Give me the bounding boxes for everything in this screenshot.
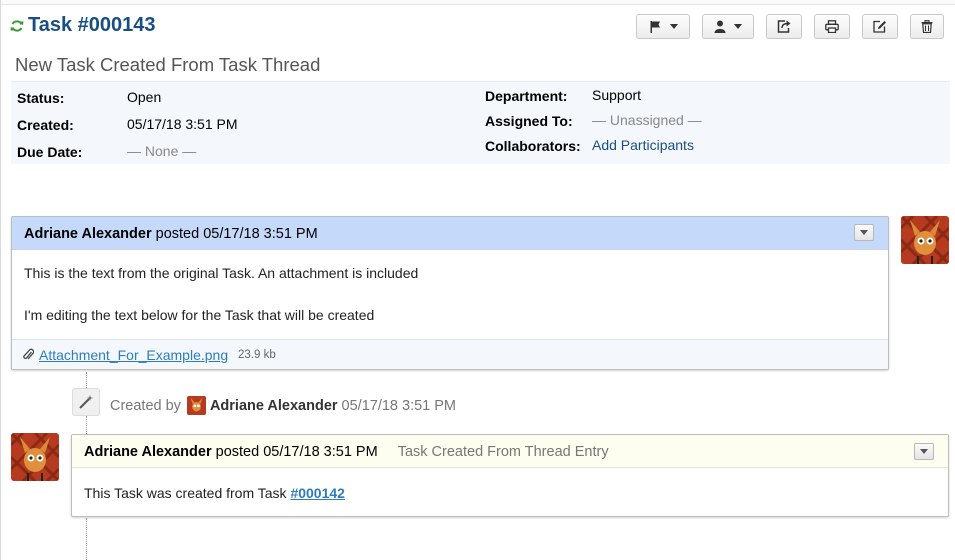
entry-author: Adriane Alexander [84, 444, 212, 460]
thread-entry: Adriane Alexander posted 05/17/18 3:51 P… [11, 216, 889, 370]
attachment-size: 23.9 kb [238, 349, 276, 361]
created-by-label: Created by [110, 397, 181, 414]
refresh-icon[interactable] [10, 19, 24, 33]
add-participants-link[interactable]: Add Participants [592, 137, 694, 153]
event-icon [72, 388, 100, 416]
flag-icon [650, 21, 660, 33]
entry-author: Adriane Alexander [24, 226, 152, 242]
entry-title: Task Created From Thread Entry [397, 444, 609, 460]
entry-body-line-2: I'm editing the text below for the Task … [24, 307, 375, 323]
user-icon [714, 20, 726, 33]
task-subject: New Task Created From Task Thread [15, 54, 321, 75]
event-author: Adriane Alexander [209, 397, 338, 414]
share-icon [777, 20, 791, 33]
paperclip-icon [23, 348, 34, 360]
trash-icon [921, 20, 933, 33]
event-timestamp: 05/17/18 3:51 PM [341, 397, 457, 414]
department-label: Department: [485, 88, 568, 104]
thread-entry: Adriane Alexander posted 05/17/18 3:51 P… [71, 434, 949, 517]
attachment-bar: Attachment_For_Example.png 23.9 kb [12, 339, 888, 369]
assigned-to-label: Assigned To: [485, 113, 573, 129]
task-info-panel: Status: Open Created: 05/17/18 3:51 PM D… [11, 81, 950, 164]
magic-wand-icon [79, 395, 93, 409]
timeline-connector [86, 416, 87, 434]
created-value: 05/17/18 3:51 PM [127, 116, 238, 132]
task-link[interactable]: #000142 [290, 485, 345, 501]
avatar [11, 433, 59, 481]
print-button[interactable] [814, 14, 850, 39]
window-top-edge [0, 0, 955, 5]
edit-button[interactable] [862, 14, 898, 39]
assigned-to-value[interactable]: — Unassigned — [592, 112, 702, 128]
status-label: Status: [17, 90, 65, 106]
entry-body-text: This Task was created from Task [84, 485, 287, 501]
window-left-edge [0, 0, 1, 560]
chevron-down-icon [734, 23, 742, 29]
entry-timestamp: posted 05/17/18 3:51 PM [155, 226, 318, 242]
delete-button[interactable] [910, 14, 944, 39]
due-date-value: — None — [127, 143, 197, 159]
avatar [901, 216, 949, 264]
thread-entry-header: Adriane Alexander posted 05/17/18 3:51 P… [12, 217, 888, 250]
entry-body: This Task was created from Task #000142 [84, 485, 345, 501]
entry-body-line-1: This is the text from the original Task.… [24, 265, 419, 281]
flag-button[interactable] [636, 14, 690, 39]
thread-entry-header: Adriane Alexander posted 05/17/18 3:51 P… [72, 435, 948, 468]
avatar [186, 396, 206, 415]
chevron-down-icon [860, 230, 868, 235]
entry-timestamp: posted 05/17/18 3:51 PM [215, 444, 378, 460]
chevron-down-icon [920, 449, 928, 454]
print-icon [825, 20, 839, 33]
created-by-event: Created by Adriane Alexander 05/17/18 3:… [110, 396, 456, 415]
due-date-label: Due Date: [17, 144, 83, 160]
assign-button[interactable] [702, 14, 754, 39]
entry-options-button[interactable] [854, 224, 874, 241]
timeline-connector [86, 518, 87, 560]
edit-icon [873, 20, 886, 33]
attachment-link[interactable]: Attachment_For_Example.png [39, 347, 228, 363]
entry-options-button[interactable] [914, 443, 934, 460]
task-title[interactable]: Task #000143 [28, 14, 156, 37]
share-button[interactable] [766, 14, 802, 39]
timeline-connector [86, 372, 87, 388]
task-toolbar [636, 14, 944, 41]
title-row: Task #000143 [10, 14, 156, 37]
collaborators-label: Collaborators: [485, 138, 581, 154]
chevron-down-icon [669, 23, 678, 29]
department-value: Support [592, 87, 642, 103]
created-label: Created: [17, 117, 74, 133]
status-value: Open [127, 89, 162, 105]
